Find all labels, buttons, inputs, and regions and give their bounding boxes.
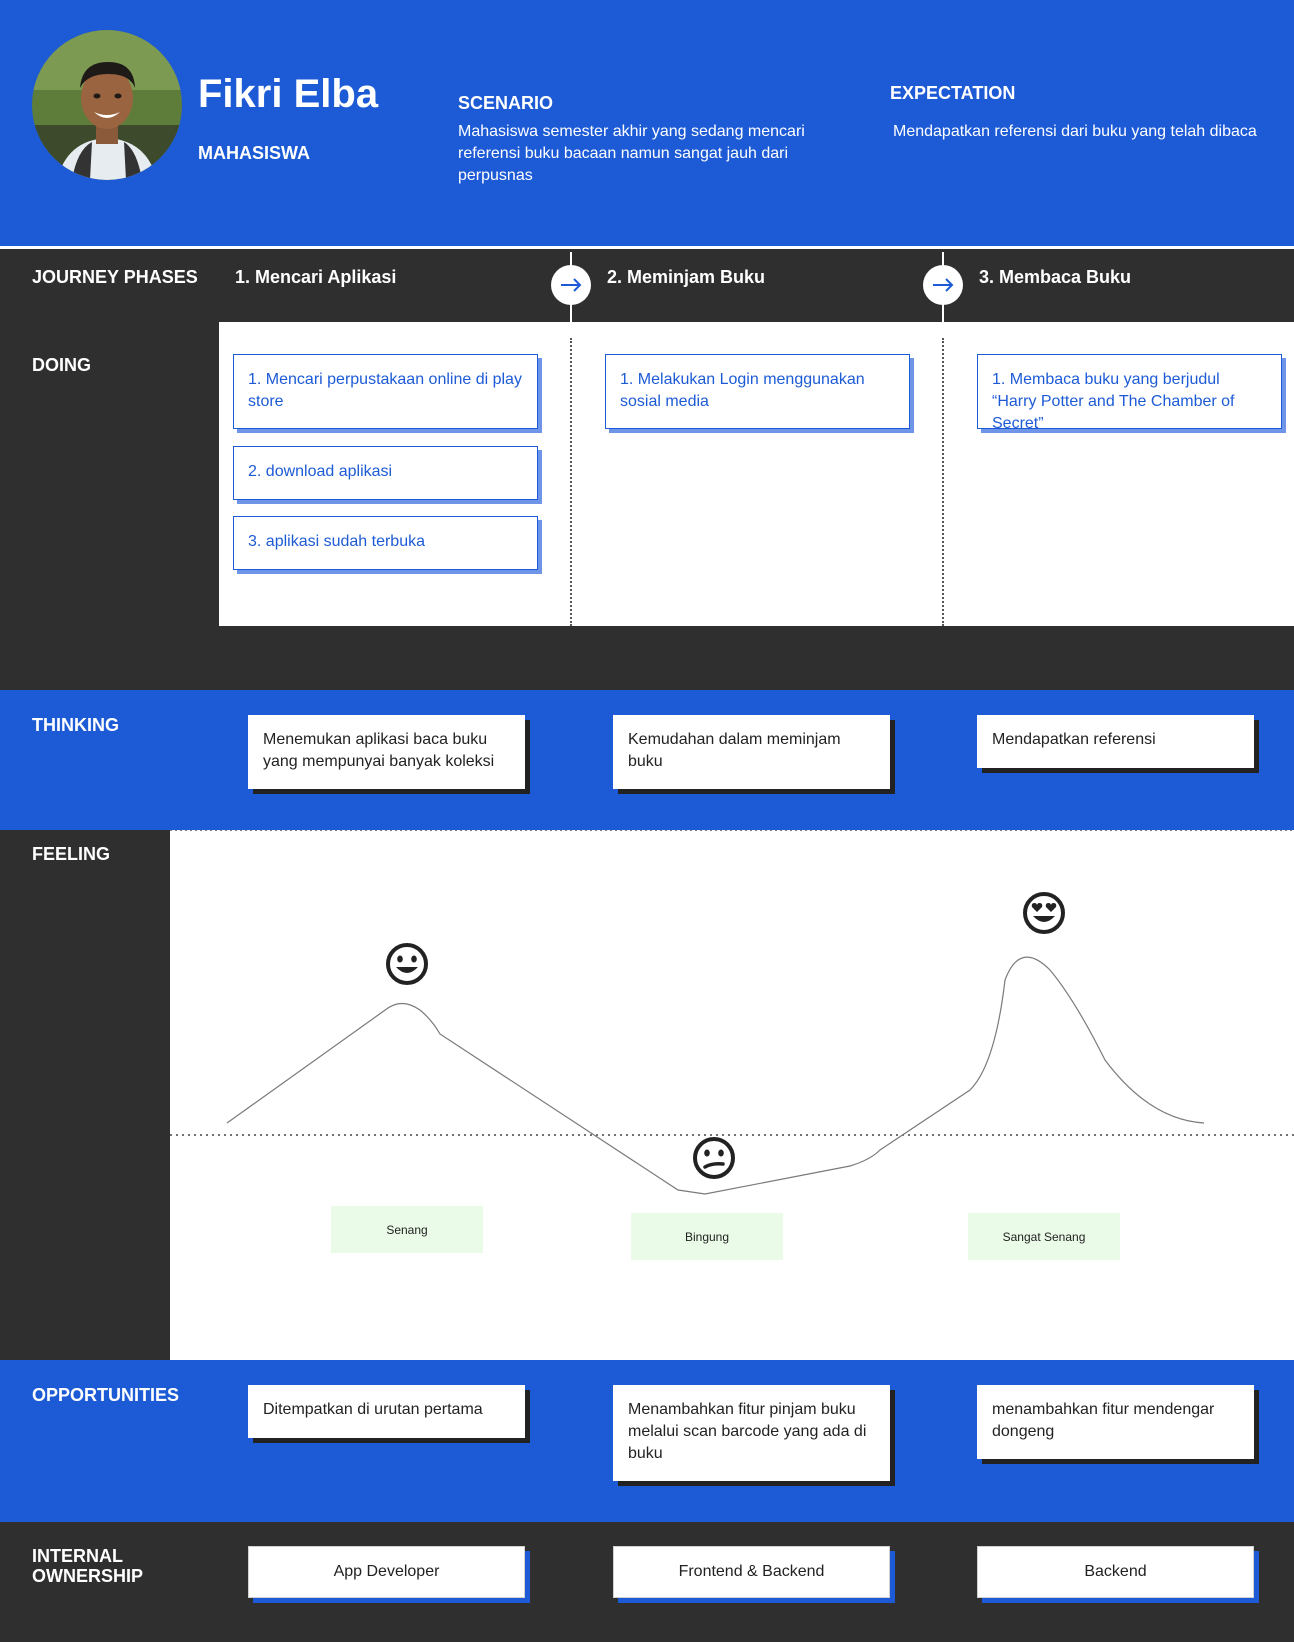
heart-eyes-icon: [1022, 891, 1066, 935]
phase-title-1: 1. Mencari Aplikasi: [235, 267, 397, 287]
phase-separator: [570, 338, 572, 626]
row-label-thinking: THINKING: [32, 715, 119, 735]
emotion-label: Senang: [331, 1206, 483, 1253]
emotion-label: Bingung: [631, 1213, 783, 1260]
phase-title-2: 2. Meminjam Buku: [607, 267, 766, 287]
row-label-phases: JOURNEY PHASES: [32, 267, 198, 287]
ownership-card: Frontend & Backend: [613, 1546, 890, 1598]
arrow-right-icon: [551, 265, 591, 305]
emotion-label: Sangat Senang: [968, 1213, 1120, 1260]
opportunity-card: menambahkan fitur mendengar dongeng: [977, 1385, 1254, 1459]
thinking-card: Kemudahan dalam meminjam buku: [613, 715, 890, 789]
feeling-panel: [170, 829, 1294, 1360]
opportunity-card: Ditempatkan di urutan pertama: [248, 1385, 525, 1438]
opportunity-card: Menambahkan fitur pinjam buku melalui sc…: [613, 1385, 890, 1481]
row-label-ownership: INTERNAL OWNERSHIP: [32, 1546, 143, 1586]
row-label-ownership-line1: INTERNAL: [32, 1546, 123, 1566]
expectation-title: EXPECTATION: [890, 83, 1016, 103]
row-label-doing: DOING: [32, 355, 92, 375]
doing-card: 1. Membaca buku yang berjudul “Harry Pot…: [977, 354, 1282, 432]
emotion-curve-chart: [170, 829, 1294, 1195]
persona-avatar: [32, 30, 182, 180]
ownership-card: App Developer: [248, 1546, 525, 1598]
row-label-ownership-line2: OWNERSHIP: [32, 1566, 144, 1586]
thinking-card: Menemukan aplikasi baca buku yang mempun…: [248, 715, 525, 789]
doing-card: 1. Mencari perpustakaan online di play s…: [233, 354, 538, 429]
confused-icon: [692, 1136, 736, 1180]
doing-card: 3. aplikasi sudah terbuka: [233, 516, 538, 570]
persona-name: Fikri Elba: [198, 72, 379, 116]
expectation-text: Mendapatkan referensi dari buku yang tel…: [893, 123, 1257, 140]
row-label-feeling: FEELING: [32, 844, 111, 864]
doing-card: 1. Melakukan Login menggunakan sosial me…: [605, 354, 910, 429]
arrow-right-icon: [923, 265, 963, 305]
smile-icon: [385, 942, 429, 986]
row-label-opportunities: OPPORTUNITIES: [32, 1385, 180, 1405]
scenario-title: SCENARIO: [458, 93, 554, 113]
phase-title-3: 3. Membaca Buku: [979, 267, 1132, 287]
doing-card: 2. download aplikasi: [233, 446, 538, 500]
persona-role: MAHASISWA: [198, 143, 310, 163]
phase-separator: [942, 338, 944, 626]
thinking-card: Mendapatkan referensi: [977, 715, 1254, 768]
scenario-text: Mahasiswa semester akhir yang sedang men…: [458, 123, 805, 184]
header-divider: [0, 246, 1294, 249]
ownership-card: Backend: [977, 1546, 1254, 1598]
